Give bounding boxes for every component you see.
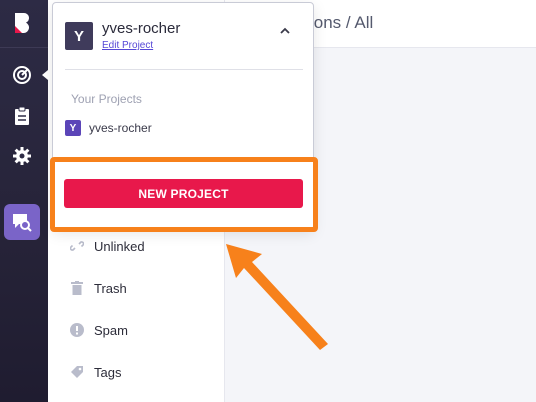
icon-rail	[0, 0, 48, 402]
edit-project-link[interactable]: Edit Project	[102, 40, 153, 51]
radar-icon[interactable]	[10, 63, 34, 87]
chat-search-icon	[13, 214, 32, 232]
app-logo[interactable]	[11, 11, 35, 35]
sidebar-item-unlinked[interactable]: Unlinked	[70, 235, 145, 257]
trash-icon	[70, 281, 84, 295]
sidebar-item-trash[interactable]: Trash	[70, 277, 127, 299]
sidebar-item-tags[interactable]: Tags	[70, 361, 121, 383]
rail-divider	[0, 47, 48, 48]
your-projects-heading: Your Projects	[71, 92, 142, 106]
gear-icon[interactable]	[10, 144, 34, 168]
project-list-item[interactable]: Y yves-rocher	[65, 120, 152, 136]
chevron-up-icon[interactable]	[278, 24, 292, 38]
project-name: yves-rocher	[89, 121, 152, 135]
project-initial-badge: Y	[65, 120, 81, 136]
dropdown-divider	[65, 69, 303, 70]
current-project-name: yves-rocher	[102, 20, 181, 37]
alert-icon	[70, 323, 84, 337]
sidebar-item-label: Trash	[94, 280, 127, 296]
sidebar-item-label: Spam	[94, 322, 128, 338]
sidebar-item-label: Unlinked	[94, 238, 145, 254]
tag-icon	[70, 365, 84, 379]
unlink-icon	[70, 239, 84, 253]
new-project-button[interactable]: NEW PROJECT	[64, 179, 303, 208]
sidebar-item-spam[interactable]: Spam	[70, 319, 128, 341]
pointer-arrow	[226, 244, 328, 350]
sidebar-item-label: Tags	[94, 364, 122, 380]
project-avatar: Y	[65, 22, 93, 50]
page-title: ions / All	[310, 13, 374, 32]
chat-search-button[interactable]	[4, 204, 40, 240]
clipboard-icon[interactable]	[10, 104, 34, 128]
